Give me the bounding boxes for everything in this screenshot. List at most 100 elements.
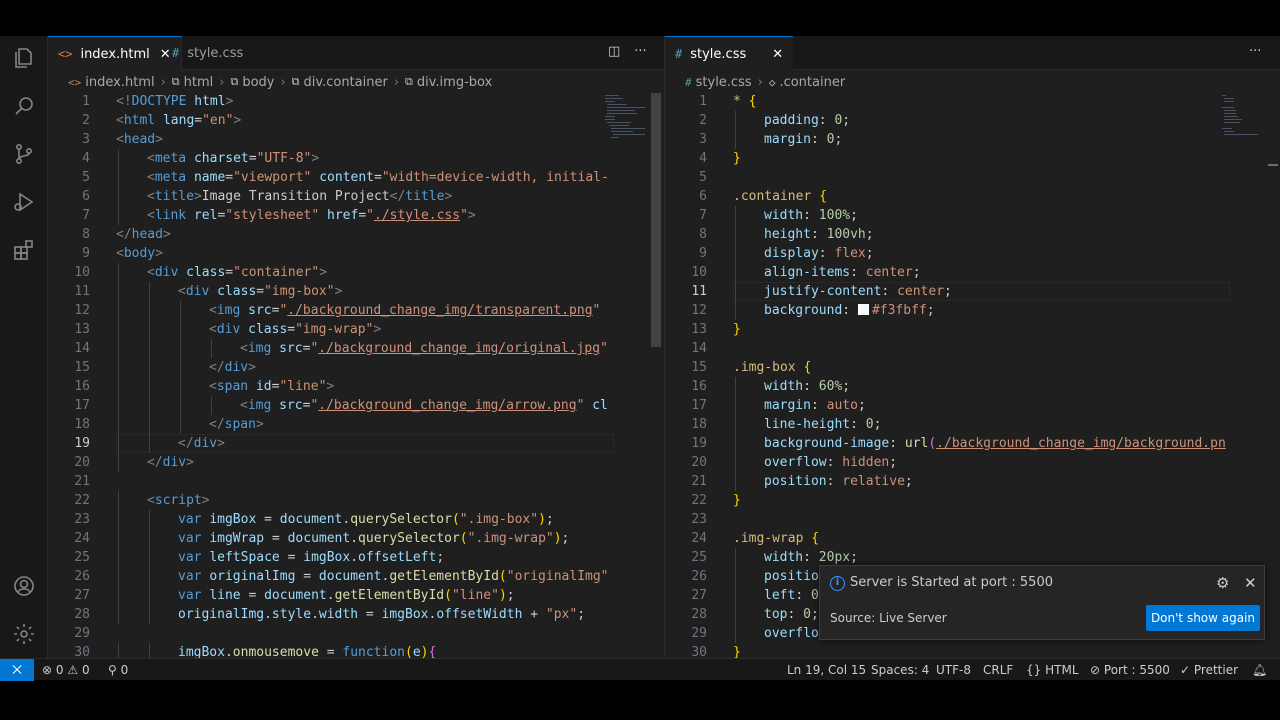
code-line[interactable]: 24 .img-wrap { [665, 529, 1280, 548]
account-icon[interactable] [12, 574, 36, 598]
code-line[interactable]: 2 padding: 0; [665, 111, 1280, 130]
code-line[interactable]: 4 <meta charset="UTF-8"> [48, 149, 664, 168]
code-line[interactable]: 30 imgBox.onmousemove = function(e){ [48, 643, 664, 658]
breadcrumb-item[interactable]: ⧉ body [230, 75, 274, 90]
notifications-bell-icon[interactable]: 🔔︎ [1252, 659, 1267, 681]
breadcrumb-item[interactable]: ⧉ div.img-box [405, 75, 492, 90]
code-line[interactable]: 26 var originalImg = document.getElementB… [48, 567, 664, 586]
code-line[interactable]: 4} [665, 149, 1280, 168]
code-line[interactable]: 1 * { [665, 92, 1280, 111]
language-mode[interactable]: {} HTML [1026, 659, 1079, 681]
end-of-line[interactable]: CRLF [983, 659, 1013, 681]
code-line[interactable]: 11 <div class="img-box"> [48, 282, 664, 301]
code-line[interactable]: 9 <body> [48, 244, 664, 263]
code-line[interactable]: 10 <div class="container"> [48, 263, 664, 282]
tab-style-css[interactable]: # style.css ✕ [665, 36, 794, 71]
code-line[interactable]: 5 [665, 168, 1280, 187]
encoding[interactable]: UTF-8 [936, 659, 971, 681]
code-line[interactable]: 17 margin: auto; [665, 396, 1280, 415]
search-icon[interactable] [12, 94, 36, 118]
code-line[interactable]: 3 margin: 0; [665, 130, 1280, 149]
code-line[interactable]: 22 <script> [48, 491, 664, 510]
code-line[interactable]: 23 var imgBox = document.querySelector(".… [48, 510, 664, 529]
code-line[interactable]: 11 justify-content: center; [665, 282, 1280, 301]
code-token: ( [451, 512, 460, 527]
split-editor-icon[interactable]: ◫ [608, 44, 620, 59]
close-icon[interactable]: ✕ [1244, 574, 1257, 592]
code-line[interactable]: 13} [665, 320, 1280, 339]
code-line[interactable]: 14 <img src="./background_change_img/orig… [48, 339, 664, 358]
code-line[interactable]: 21 position: relative; [665, 472, 1280, 491]
minimap[interactable] [1220, 93, 1264, 353]
minimap[interactable] [603, 93, 647, 353]
run-debug-icon[interactable] [12, 190, 36, 214]
code-line[interactable]: 20 </div> [48, 453, 664, 472]
code-line[interactable]: 24 var imgWrap = document.querySelector("… [48, 529, 664, 548]
code-line[interactable]: 14 [665, 339, 1280, 358]
breadcrumb-item[interactable]: # style.css [685, 75, 752, 90]
code-line[interactable]: 2 <html lang="en"> [48, 111, 664, 130]
code-line[interactable]: 16 <span id="line"> [48, 377, 664, 396]
live-server-port[interactable]: ⊘ Port : 5500 [1090, 659, 1170, 681]
dont-show-again-button[interactable]: Don't show again [1146, 605, 1260, 631]
code-line[interactable]: 3 <head> [48, 130, 664, 149]
code-line[interactable]: 15 .img-box { [665, 358, 1280, 377]
code-line[interactable]: 12 background: #f3fbff; [665, 301, 1280, 320]
code-line[interactable]: 23 [665, 510, 1280, 529]
code-line[interactable]: 18 line-height: 0; [665, 415, 1280, 434]
code-line[interactable]: 9 display: flex; [665, 244, 1280, 263]
color-swatch[interactable] [857, 304, 869, 315]
settings-gear-icon[interactable]: ⚙ [1216, 574, 1229, 592]
code-text: <div class="img-box"> [178, 282, 342, 301]
code-line[interactable]: 18 </span> [48, 415, 664, 434]
explorer-icon[interactable] [12, 46, 36, 70]
code-line[interactable]: 19 </div> [48, 434, 664, 453]
prettier-status[interactable]: ✓ Prettier [1180, 659, 1238, 681]
code-line[interactable]: 16 width: 60%; [665, 377, 1280, 396]
indentation[interactable]: Spaces: 4 [871, 659, 929, 681]
code-line[interactable]: 22} [665, 491, 1280, 510]
code-line[interactable]: 17 <img src="./background_change_img/arro… [48, 396, 664, 415]
code-text: } [733, 491, 741, 510]
source-control-icon[interactable] [12, 142, 36, 166]
code-line[interactable]: 7 <link rel="stylesheet" href="./style.cs… [48, 206, 664, 225]
code-line[interactable]: 27 var line = document.getElementById("li… [48, 586, 664, 605]
breadcrumb-item[interactable]: ◇ .container [769, 75, 845, 90]
code-line[interactable]: 25 var leftSpace = imgBox.offsetLeft; [48, 548, 664, 567]
code-text: <div class="container"> [147, 263, 327, 282]
breadcrumb-item[interactable]: <> index.html [68, 75, 155, 90]
code-token: imgBox [209, 512, 257, 527]
remote-indicator-icon[interactable]: ⨉ [0, 659, 34, 681]
problems-indicator[interactable]: ⊗ 0 ⚠ 0 [42, 659, 90, 681]
tab-style-css[interactable]: # style.css [162, 36, 253, 70]
code-line[interactable]: 1 <!DOCTYPE html> [48, 92, 664, 111]
cursor-position[interactable]: Ln 19, Col 15 [787, 659, 866, 681]
code-line[interactable]: 8 </head> [48, 225, 664, 244]
code-line[interactable]: 21 [48, 472, 664, 491]
code-line[interactable]: 12 <img src="./background_change_img/tran… [48, 301, 664, 320]
code-line[interactable]: 19 background-image: url(./background_cha… [665, 434, 1280, 453]
code-line[interactable]: 29 [48, 624, 664, 643]
code-line[interactable]: 28 originalImg.style.width = imgBox.offse… [48, 605, 664, 624]
code-line[interactable]: 7 width: 100%; [665, 206, 1280, 225]
ports-indicator[interactable]: ⚲ 0 [108, 659, 128, 681]
breadcrumb-item[interactable]: ⧉ div.container [292, 75, 388, 90]
settings-gear-icon[interactable] [12, 622, 36, 646]
code-line[interactable]: 15 </div> [48, 358, 664, 377]
code-line[interactable]: 20 overflow: hidden; [665, 453, 1280, 472]
breadcrumb-item[interactable]: ⧉ html [172, 75, 213, 90]
code-line[interactable]: 30} [665, 643, 1280, 658]
close-icon[interactable]: ✕ [772, 47, 783, 62]
more-actions-icon[interactable]: ··· [1249, 44, 1261, 59]
code-line[interactable]: 8 height: 100vh; [665, 225, 1280, 244]
code-line[interactable]: 6 <title>Image Transition Project</title> [48, 187, 664, 206]
code-line[interactable]: 13 <div class="img-wrap"> [48, 320, 664, 339]
code-token: ; [545, 512, 554, 527]
more-actions-icon[interactable]: ··· [634, 44, 646, 59]
extensions-icon[interactable] [12, 238, 36, 262]
code-line[interactable]: 5 <meta name="viewport" content="width=de… [48, 168, 664, 187]
vscode-window: <> index.html ✕ # style.css ◫ ··· <> inde… [0, 36, 1280, 681]
code-line[interactable]: 10 align-items: center; [665, 263, 1280, 282]
code-line[interactable]: 6 .container { [665, 187, 1280, 206]
vertical-scrollbar-thumb[interactable] [651, 93, 661, 347]
